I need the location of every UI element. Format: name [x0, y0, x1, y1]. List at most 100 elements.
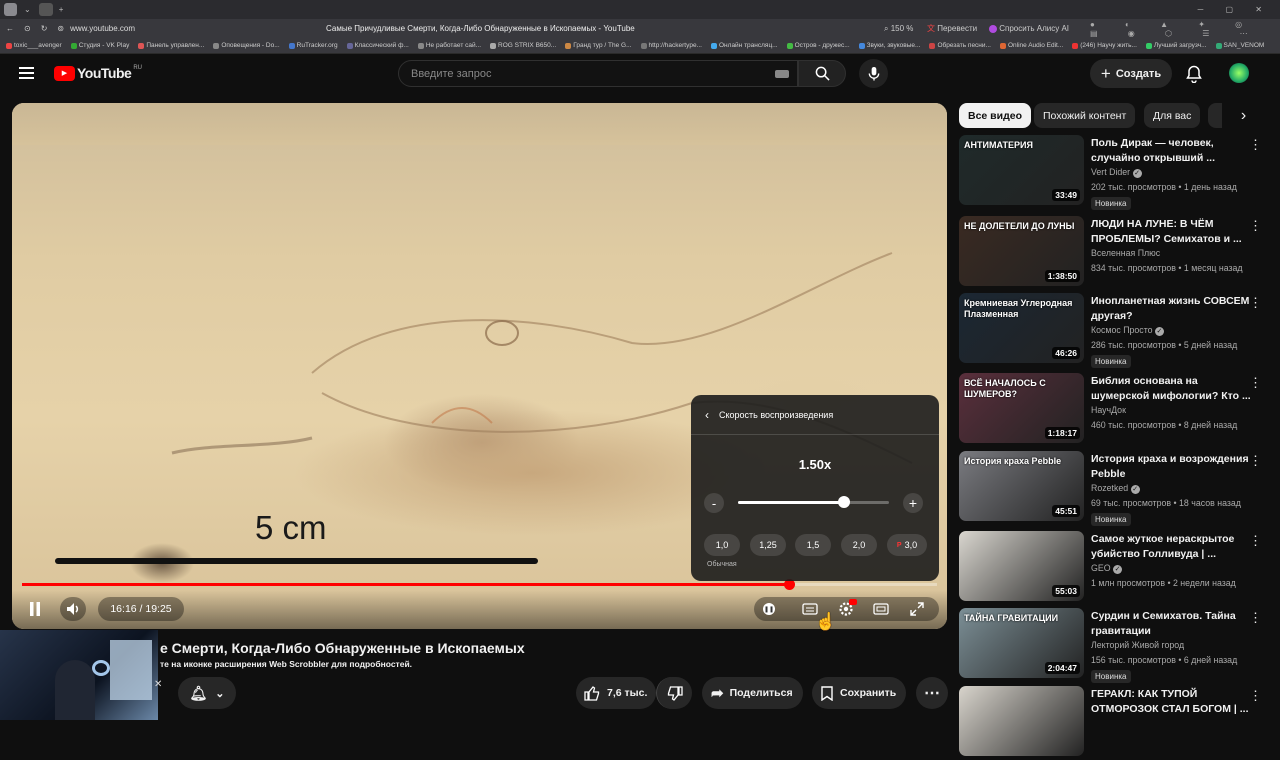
channel-name[interactable]: Rozetked ✓	[1091, 483, 1140, 494]
bookmark-item[interactable]: Студия - VK Play	[70, 42, 129, 49]
bookmark-item[interactable]: toxic___avenger	[6, 42, 62, 49]
speed-preset-1-0[interactable]: 1,0	[704, 534, 740, 556]
bookmark-item[interactable]: Звуки, звуковые...	[858, 42, 920, 49]
autoplay-toggle[interactable]: ❚❚	[760, 597, 778, 621]
video-thumbnail[interactable]: ТАЙНА ГРАВИТАЦИИ 2:04:47	[959, 608, 1084, 678]
item-menu-icon[interactable]: ⋮	[1249, 218, 1262, 234]
progress-bar[interactable]	[22, 579, 937, 590]
back-chevron-icon[interactable]: ‹	[705, 408, 709, 422]
speed-preset-1-25[interactable]: 1,25	[750, 534, 786, 556]
speed-menu-header[interactable]: ‹ Скорость воспроизведения	[691, 395, 939, 435]
site-info-icon[interactable]: ⊚	[57, 24, 64, 33]
ask-alice-button[interactable]: Спросить Алису AI	[989, 24, 1069, 33]
recommendation-item[interactable]: НЕ ДОЛЕТЕЛИ ДО ЛУНЫ 1:38:50 ЛЮДИ НА ЛУНЕ: …	[958, 216, 1280, 290]
bookmark-item[interactable]: Не работает сай...	[417, 42, 481, 49]
recommendation-item[interactable]: Кремниевая Углеродная Плазменная 46:26 Ино…	[958, 293, 1280, 368]
video-player[interactable]: 5 cm 16:16 / 19:25 ❚❚ ‹ Скорость воспрои…	[12, 103, 947, 629]
back-icon[interactable]: ←	[6, 24, 14, 33]
zoom-indicator[interactable]: ⌕ 150 %	[884, 24, 913, 34]
share-button[interactable]: ➦ Поделиться	[702, 677, 803, 709]
bookmark-item[interactable]: (246) Научу жить...	[1072, 42, 1137, 49]
search-button[interactable]	[798, 60, 846, 87]
item-menu-icon[interactable]: ⋮	[1249, 453, 1262, 469]
search-input[interactable]: Введите запрос	[411, 68, 491, 80]
speed-slider[interactable]	[738, 496, 889, 508]
chip-for-you[interactable]: Для вас	[1144, 103, 1201, 128]
chip-all-videos[interactable]: Все видео	[959, 103, 1032, 128]
save-button[interactable]: Сохранить	[812, 677, 906, 709]
url-text[interactable]: www.youtube.com	[70, 24, 135, 33]
like-button[interactable]: 7,6 тыс.	[576, 677, 656, 709]
user-avatar[interactable]	[1229, 63, 1249, 83]
channel-name[interactable]: Лекторий Живой город	[1091, 640, 1184, 650]
notifications-bell-icon[interactable]	[1186, 65, 1202, 83]
notice-close-icon[interactable]: ✕	[154, 679, 162, 690]
bookmark-item[interactable]: Online Audio Edit...	[999, 42, 1063, 49]
speed-preset-2-0[interactable]: 2,0	[841, 534, 877, 556]
active-tab[interactable]	[38, 3, 53, 16]
recommendation-item[interactable]: ТАЙНА ГРАВИТАЦИИ 2:04:47 Сурдин и Семихато…	[958, 608, 1280, 683]
chip-related[interactable]: Похожий контент	[1034, 103, 1136, 128]
item-menu-icon[interactable]: ⋮	[1249, 688, 1262, 704]
dislike-button[interactable]	[656, 677, 692, 709]
fullscreen-button[interactable]	[906, 597, 928, 621]
browser-menu-icon[interactable]	[4, 3, 17, 16]
bookmark-item[interactable]: Онлайн трансляц...	[711, 42, 778, 49]
channel-name[interactable]: Вселенная Плюс	[1091, 248, 1160, 258]
translate-button[interactable]: 文 Перевести	[927, 23, 977, 34]
recommendation-item[interactable]: ГЕРАКЛ: КАК ТУПОЙ ОТМОРОЗОК СТАЛ БОГОМ |…	[958, 686, 1280, 760]
bookmark-item[interactable]: Лучший загрузч...	[1145, 42, 1207, 49]
video-thumbnail[interactable]: История краха Pebble 45:51	[959, 451, 1084, 521]
recommendation-title[interactable]: Поль Дирак — человек, случайно открывший…	[1091, 136, 1251, 166]
item-menu-icon[interactable]: ⋮	[1249, 295, 1262, 311]
home-icon[interactable]: ⊙	[24, 24, 31, 33]
recommendation-title[interactable]: Сурдин и Семихатов. Тайна гравитации	[1091, 609, 1251, 639]
bookmark-item[interactable]: Гранд тур / The G...	[565, 42, 632, 49]
video-thumbnail[interactable]: 55:03	[959, 531, 1084, 601]
hamburger-menu-icon[interactable]	[19, 67, 34, 79]
bookmark-item[interactable]: Остров - дружес...	[786, 42, 850, 49]
channel-name[interactable]: Vert Dider ✓	[1091, 167, 1142, 178]
recommendation-title[interactable]: ГЕРАКЛ: КАК ТУПОЙ ОТМОРОЗОК СТАЛ БОГОМ |…	[1091, 687, 1251, 717]
bookmark-item[interactable]: Панель управлен...	[138, 42, 204, 49]
speed-preset-3-0-premium[interactable]: P 3,0	[887, 534, 927, 556]
item-menu-icon[interactable]: ⋮	[1249, 375, 1262, 391]
video-thumbnail[interactable]: ВСЁ НАЧАЛОСЬ С ШУМЕРОВ? 1:18:17	[959, 373, 1084, 443]
speed-increase-button[interactable]: +	[903, 493, 923, 513]
recommendation-title[interactable]: Библия основана на шумерской мифологии? …	[1091, 374, 1251, 404]
channel-name[interactable]: НаучДок	[1091, 405, 1126, 415]
recommendation-title[interactable]: Самое жуткое нераскрытое убийство Голлив…	[1091, 532, 1251, 562]
recommendation-title[interactable]: История краха и возрождения Pebble	[1091, 452, 1251, 482]
recommendation-title[interactable]: ЛЮДИ НА ЛУНЕ: В ЧЁМ ПРОБЛЕМЫ? Семихатов …	[1091, 217, 1251, 247]
bookmark-item[interactable]: RuTracker.org	[288, 42, 338, 49]
window-controls[interactable]: ─ ▢ ✕	[1198, 5, 1272, 14]
bookmark-item[interactable]: Оповещения - Do...	[213, 42, 280, 49]
youtube-logo[interactable]: ▶ YouTube RU	[54, 65, 142, 81]
speed-decrease-button[interactable]: -	[704, 493, 724, 513]
bookmark-item[interactable]: Классический ф...	[346, 42, 409, 49]
bookmark-item[interactable]: ROG STRIX B650...	[490, 42, 556, 49]
channel-name[interactable]: GEO ✓	[1091, 563, 1123, 574]
speed-preset-1-5[interactable]: 1,5	[795, 534, 831, 556]
new-tab-icon[interactable]: +	[59, 5, 64, 14]
video-thumbnail[interactable]: АНТИМАТЕРИЯ 33:49	[959, 135, 1084, 205]
search-box[interactable]: Введите запрос	[398, 60, 798, 87]
recommendation-item[interactable]: История краха Pebble 45:51 История краха и…	[958, 451, 1280, 526]
bookmark-item[interactable]: http://hackertype...	[640, 42, 702, 49]
item-menu-icon[interactable]: ⋮	[1249, 137, 1262, 153]
bookmark-item[interactable]: SAN_VENOM	[1215, 42, 1264, 49]
recommendation-item[interactable]: 55:03 Самое жуткое нераскрытое убийство Г…	[958, 531, 1280, 605]
video-thumbnail[interactable]: Кремниевая Углеродная Плазменная 46:26	[959, 293, 1084, 363]
pause-button[interactable]	[23, 597, 47, 621]
voice-search-button[interactable]	[859, 59, 888, 88]
chips-scroll-right-button[interactable]: ›	[1231, 103, 1256, 128]
theater-mode-button[interactable]	[870, 597, 892, 621]
reload-icon[interactable]: ↻	[41, 24, 48, 33]
recommendation-title[interactable]: Инопланетная жизнь СОВСЕМ другая?	[1091, 294, 1251, 324]
create-button[interactable]: + Создать	[1090, 59, 1172, 88]
bookmark-item[interactable]: Обрезать песни...	[929, 42, 991, 49]
recommendation-item[interactable]: АНТИМАТЕРИЯ 33:49 Поль Дирак — человек, сл…	[958, 135, 1280, 210]
more-actions-button[interactable]: ⋯	[916, 677, 948, 709]
channel-name[interactable]: Космос Просто ✓	[1091, 325, 1164, 336]
recommendation-item[interactable]: ВСЁ НАЧАЛОСЬ С ШУМЕРОВ? 1:18:17 Библия осн…	[958, 373, 1280, 447]
